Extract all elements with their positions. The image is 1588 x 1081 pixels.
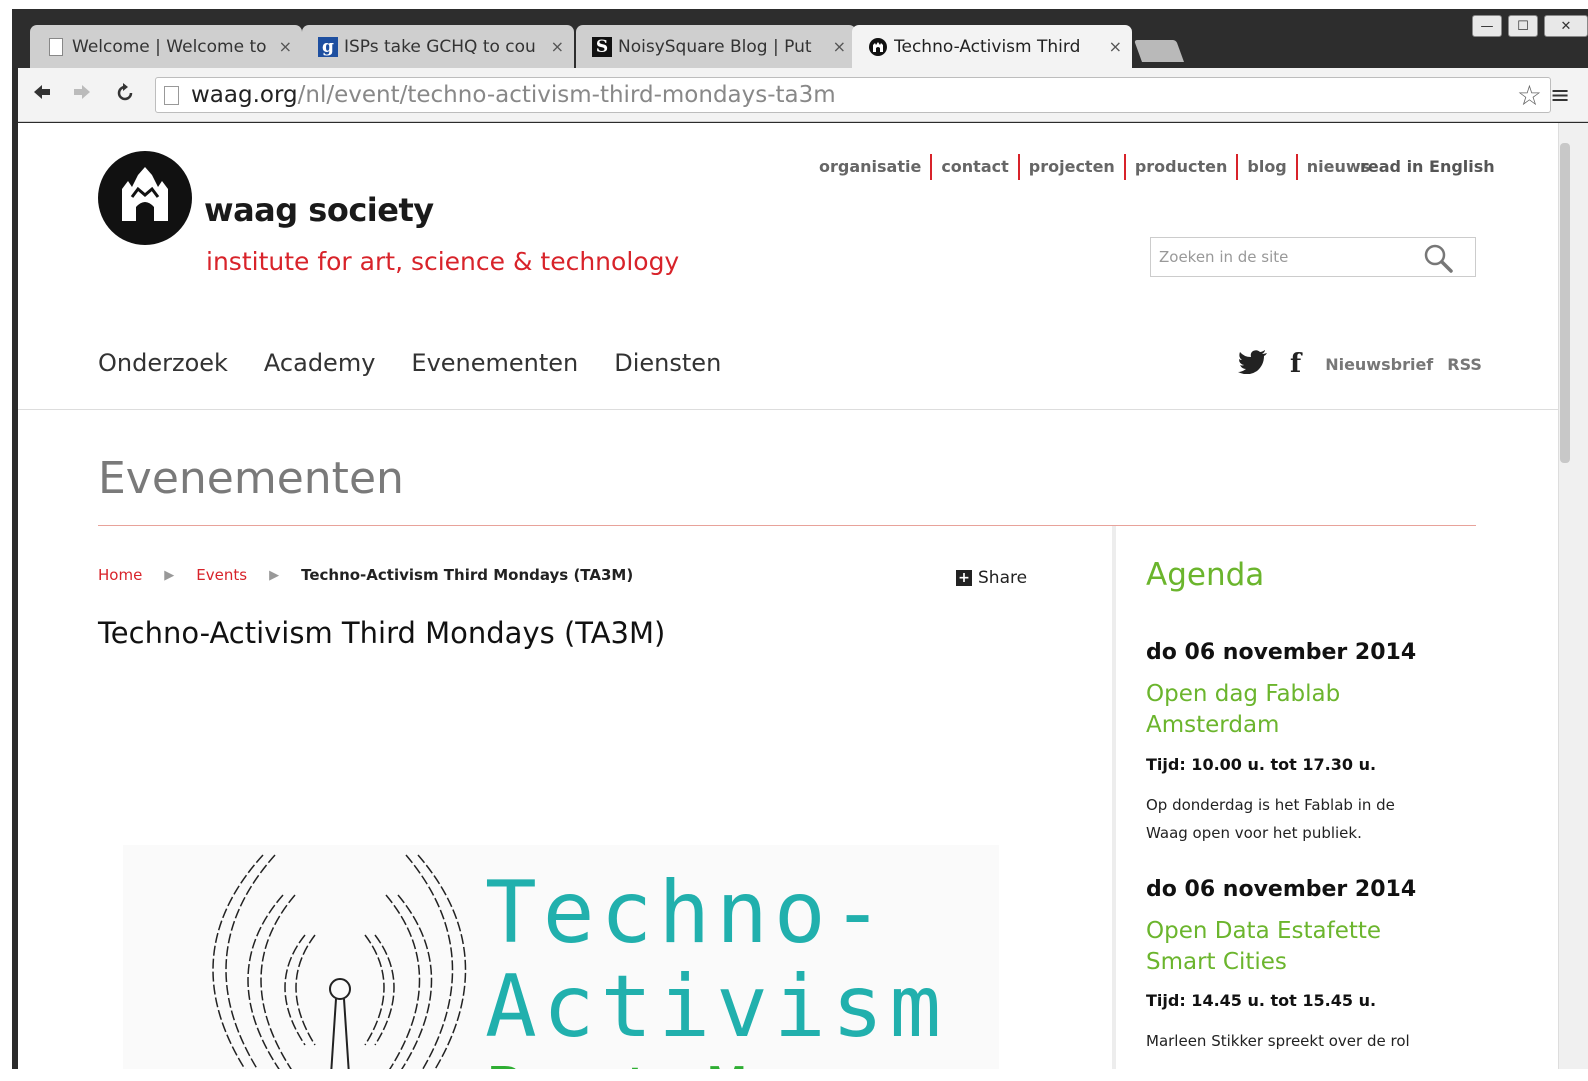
- url-path: /nl/event/techno-activism-third-mondays-…: [297, 82, 836, 108]
- image-text-line-1: Techno-: [485, 863, 890, 963]
- nav-onderzoek[interactable]: Onderzoek: [98, 349, 228, 377]
- nav-evenementen[interactable]: Evenementen: [411, 349, 578, 377]
- waag-icon: [868, 37, 888, 57]
- tab-title: NoisySquare Blog | Put: [618, 36, 812, 57]
- tab-title: ISPs take GCHQ to cou: [344, 36, 536, 57]
- event-image: Techno- Activism Past Mon: [123, 845, 999, 1069]
- close-icon[interactable]: ×: [1109, 37, 1122, 56]
- search-icon[interactable]: [1423, 243, 1453, 277]
- newsletter-link[interactable]: Nieuwsbrief: [1325, 355, 1433, 374]
- plus-icon: +: [956, 570, 972, 586]
- maximize-icon[interactable]: ☐: [1508, 15, 1538, 37]
- page-info-icon[interactable]: [164, 85, 179, 105]
- vertical-scrollbar[interactable]: [1558, 123, 1588, 1069]
- agenda-date: do 06 november 2014: [1146, 877, 1417, 902]
- nav-diensten[interactable]: Diensten: [614, 349, 721, 377]
- g-icon: g: [318, 36, 338, 57]
- agenda-time: Tijd: 10.00 u. tot 17.30 u.: [1146, 755, 1377, 774]
- bookmark-star-icon[interactable]: ☆: [1517, 79, 1542, 112]
- image-text-line-3: Past Mon: [485, 1055, 841, 1069]
- tab-welcome[interactable]: Welcome | Welcome to ×: [30, 25, 302, 68]
- tab-title: Techno-Activism Third: [894, 36, 1081, 57]
- tab-title: Welcome | Welcome to: [72, 36, 267, 57]
- close-window-icon[interactable]: ✕: [1544, 15, 1588, 37]
- url-host: waag.org: [191, 82, 298, 108]
- tab-techno-activism[interactable]: Techno-Activism Third ×: [852, 25, 1132, 68]
- facebook-icon[interactable]: f: [1290, 349, 1301, 379]
- section-title: Evenementen: [98, 453, 404, 504]
- breadcrumb-separator-icon: ▶: [164, 567, 175, 583]
- s-icon: S: [592, 36, 612, 57]
- logo-name[interactable]: waag society: [204, 191, 434, 229]
- section-divider: [98, 525, 1476, 526]
- breadcrumb-events[interactable]: Events: [196, 566, 247, 584]
- main-nav: Onderzoek Academy Evenementen Diensten: [98, 349, 757, 377]
- page-icon: [46, 37, 66, 57]
- social-links: f Nieuwsbrief RSS: [1238, 349, 1482, 379]
- nav-academy[interactable]: Academy: [264, 349, 375, 377]
- reload-icon[interactable]: [114, 82, 136, 110]
- breadcrumb-home[interactable]: Home: [98, 566, 142, 584]
- menu-icon[interactable]: ≡: [1550, 81, 1570, 109]
- browser-toolbar: waag.org/nl/event/techno-activism-third-…: [18, 68, 1588, 122]
- top-link-blog[interactable]: blog: [1238, 154, 1298, 180]
- tab-noisysquare[interactable]: S NoisySquare Blog | Put ×: [576, 25, 856, 68]
- logo-tagline: institute for art, science & technology: [206, 247, 680, 276]
- top-link-projecten[interactable]: projecten: [1020, 154, 1126, 180]
- twitter-icon[interactable]: [1238, 350, 1268, 378]
- waag-logo-icon[interactable]: [98, 151, 192, 245]
- address-bar[interactable]: waag.org/nl/event/techno-activism-third-…: [155, 77, 1551, 113]
- agenda-event-link[interactable]: Open Data Estafette Smart Cities: [1146, 916, 1446, 978]
- top-link-organisatie[interactable]: organisatie: [815, 154, 933, 180]
- broadcast-antenna-icon: [212, 854, 467, 1069]
- top-link-contact[interactable]: contact: [932, 154, 1020, 180]
- image-text-line-2: Activism: [485, 957, 948, 1057]
- column-divider: [1112, 526, 1116, 1069]
- agenda-title: Agenda: [1146, 557, 1265, 593]
- minimize-icon[interactable]: —: [1472, 15, 1502, 37]
- scrollbar-thumb[interactable]: [1560, 143, 1570, 463]
- web-page: waag society institute for art, science …: [18, 123, 1558, 1069]
- search-input[interactable]: [1151, 238, 1401, 276]
- header-divider: [18, 409, 1558, 410]
- breadcrumb-separator-icon: ▶: [269, 567, 280, 583]
- agenda-date: do 06 november 2014: [1146, 640, 1417, 665]
- back-icon[interactable]: [32, 82, 52, 108]
- share-label: Share: [978, 568, 1028, 588]
- close-icon[interactable]: ×: [551, 37, 564, 56]
- breadcrumb-current: Techno-Activism Third Mondays (TA3M): [301, 566, 634, 584]
- agenda-description: Op donderdag is het Fablab in de Waag op…: [1146, 796, 1395, 842]
- share-button[interactable]: + Share: [956, 568, 1027, 588]
- close-icon[interactable]: ×: [833, 37, 846, 56]
- breadcrumb: Home ▶ Events ▶ Techno-Activism Third Mo…: [98, 566, 633, 584]
- rss-link[interactable]: RSS: [1447, 355, 1482, 374]
- read-in-english-link[interactable]: read in English: [1360, 154, 1495, 180]
- top-links: organisatie contact projecten producten …: [815, 154, 1379, 180]
- search-box: [1150, 237, 1476, 277]
- forward-icon[interactable]: [72, 82, 92, 108]
- event-title: Techno-Activism Third Mondays (TA3M): [98, 616, 666, 650]
- agenda-time: Tijd: 14.45 u. tot 15.45 u.: [1146, 991, 1377, 1010]
- top-link-producten[interactable]: producten: [1126, 154, 1239, 180]
- new-tab-button[interactable]: [1133, 40, 1185, 62]
- agenda-event-link[interactable]: Open dag Fablab Amsterdam: [1146, 679, 1446, 741]
- close-icon[interactable]: ×: [279, 37, 292, 56]
- agenda-description: Marleen Stikker spreekt over de rol: [1146, 1032, 1410, 1050]
- tab-isps-gchq[interactable]: g ISPs take GCHQ to cou ×: [302, 25, 574, 68]
